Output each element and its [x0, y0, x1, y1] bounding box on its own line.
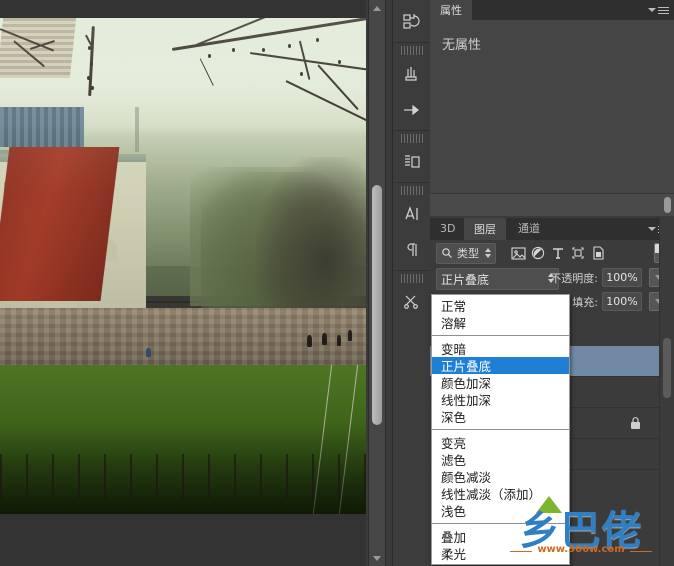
- menu-item-dissolve[interactable]: 溶解: [432, 314, 569, 331]
- scroll-down-arrow-icon[interactable]: [369, 550, 385, 566]
- panel-menu-icon[interactable]: [648, 3, 670, 17]
- menu-divider: [432, 335, 569, 336]
- tab-layers[interactable]: 图层: [464, 218, 506, 240]
- layer-filter-kind-label: 类型: [457, 247, 479, 260]
- menu-item-darker-color[interactable]: 深色: [432, 408, 569, 425]
- blend-group-normal: 正常 溶解: [432, 295, 569, 333]
- canvas-photo: [0, 18, 366, 514]
- blend-mode-dropdown[interactable]: 正常 溶解 变暗 正片叠底 颜色加深 线性加深 深色 变亮 滤色 颜色减淡 线性…: [431, 294, 570, 565]
- menu-item-darken[interactable]: 变暗: [432, 340, 569, 357]
- layers-scroll-thumb[interactable]: [663, 338, 671, 398]
- clone-source-icon[interactable]: [395, 144, 429, 180]
- photoshop-window: 属性 无属性 3D 图层 通道 类型 正片叠底 不透明度: 100% 填充: 1…: [0, 0, 674, 566]
- menu-divider: [432, 523, 569, 524]
- panel-grip[interactable]: [401, 274, 423, 283]
- search-icon: [441, 244, 453, 263]
- menu-item-lighten[interactable]: 变亮: [432, 434, 569, 451]
- opacity-input[interactable]: 100%: [602, 268, 642, 287]
- menu-item-color-burn[interactable]: 颜色加深: [432, 374, 569, 391]
- properties-tabbar: 属性: [430, 0, 674, 20]
- layer-filter-row: 类型: [430, 240, 674, 266]
- character-panel-icon[interactable]: [395, 196, 429, 232]
- tab-3d-label: 3D: [440, 221, 456, 235]
- menu-item-soft-light[interactable]: 柔光: [432, 545, 569, 562]
- menu-item-lighter-color[interactable]: 浅色: [432, 502, 569, 519]
- menu-item-screen[interactable]: 滤色: [432, 451, 569, 468]
- panel-grip[interactable]: [401, 46, 423, 55]
- lock-icon: [629, 415, 642, 434]
- blend-group-lighten: 变亮 滤色 颜色减淡 线性减淡（添加） 浅色: [432, 432, 569, 521]
- layers-tabbar: 3D 图层 通道: [430, 218, 674, 240]
- tab-3d[interactable]: 3D: [430, 218, 465, 238]
- panel-grip[interactable]: [401, 186, 423, 195]
- menu-item-normal[interactable]: 正常: [432, 297, 569, 314]
- properties-body: 无属性: [430, 20, 674, 216]
- canvas-scroll-thumb[interactable]: [372, 185, 382, 425]
- blend-mode-value: 正片叠底: [441, 272, 490, 287]
- document-canvas[interactable]: [0, 0, 366, 566]
- tab-channels-label: 通道: [518, 222, 540, 235]
- menu-item-color-dodge[interactable]: 颜色减淡: [432, 468, 569, 485]
- history-actions-icon[interactable]: [395, 4, 429, 40]
- opacity-label: 不透明度:: [550, 271, 598, 285]
- blend-group-contrast: 叠加 柔光: [432, 526, 569, 564]
- blend-mode-select[interactable]: 正片叠底: [436, 268, 559, 290]
- opacity-control: 不透明度: 100%: [550, 268, 668, 287]
- blend-group-darken: 变暗 正片叠底 颜色加深 线性加深 深色: [432, 338, 569, 427]
- filter-adjustment-icon[interactable]: [528, 243, 548, 263]
- menu-item-overlay[interactable]: 叠加: [432, 528, 569, 545]
- layer-filter-kind-select[interactable]: 类型: [436, 242, 496, 264]
- properties-panel: 属性 无属性: [430, 0, 674, 216]
- paragraph-panel-icon[interactable]: [395, 232, 429, 268]
- scroll-up-arrow-icon[interactable]: [369, 0, 385, 16]
- properties-footer: [430, 193, 674, 216]
- layers-scrollbar[interactable]: [659, 218, 674, 566]
- adjustments-tools-icon[interactable]: [395, 284, 429, 320]
- tab-properties[interactable]: 属性: [430, 0, 472, 20]
- filter-type-icon: [548, 243, 568, 263]
- tool-presets-icon[interactable]: [395, 92, 429, 128]
- tab-properties-label: 属性: [440, 4, 462, 17]
- filter-pixel-icon[interactable]: [508, 243, 528, 263]
- fill-label: 填充:: [572, 295, 598, 309]
- brushes-icon[interactable]: [395, 56, 429, 92]
- properties-empty-message: 无属性: [442, 38, 482, 53]
- properties-scroll-thumb[interactable]: [664, 197, 671, 213]
- canvas-vertical-scrollbar[interactable]: [368, 0, 386, 566]
- menu-divider: [432, 429, 569, 430]
- fill-control: 填充: 100%: [572, 292, 668, 311]
- blend-mode-row: 正片叠底 不透明度: 100%: [430, 266, 674, 290]
- tab-channels[interactable]: 通道: [508, 218, 550, 238]
- panel-grip[interactable]: [401, 134, 423, 143]
- tab-layers-label: 图层: [474, 223, 496, 236]
- menu-item-multiply[interactable]: 正片叠底: [432, 357, 569, 374]
- filter-smart-object-icon[interactable]: [588, 243, 608, 263]
- menu-item-linear-dodge[interactable]: 线性减淡（添加）: [432, 485, 569, 502]
- menu-item-linear-burn[interactable]: 线性加深: [432, 391, 569, 408]
- collapsed-panel-dock[interactable]: [392, 0, 432, 566]
- chevron-stepper-icon[interactable]: [485, 248, 491, 258]
- filter-shape-icon[interactable]: [568, 243, 588, 263]
- fill-input[interactable]: 100%: [602, 292, 642, 311]
